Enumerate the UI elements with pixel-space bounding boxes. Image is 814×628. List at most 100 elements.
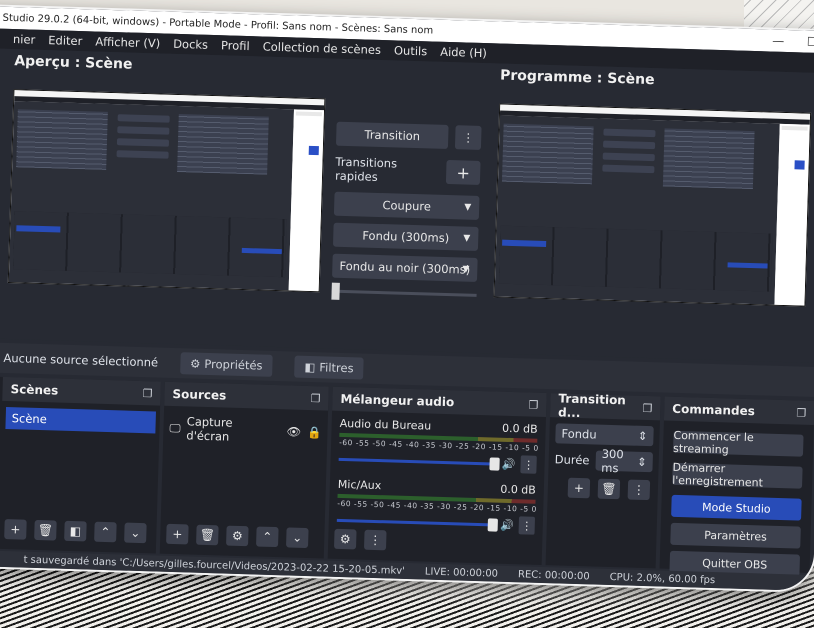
undock-icon[interactable]: ❐ <box>528 398 538 411</box>
mini-control <box>603 128 656 138</box>
chevron-down-icon[interactable]: ⌄ <box>124 522 147 544</box>
mixer-toolbar: ⚙ ⋮ <box>333 528 387 551</box>
menu-file[interactable]: nier <box>13 32 36 47</box>
mixer-channel: Audio du Bureau 0.0 dB -60 -55 -50 -45 -… <box>330 411 546 474</box>
sources-dock-header: Sources ❐ <box>164 381 329 411</box>
sources-dock: Sources ❐ 🖵 Capture d'écran 👁 🔒 + 🗑 ⚙ ⌃ … <box>159 381 329 559</box>
transition-select[interactable]: Fondu ⇕ <box>555 423 654 447</box>
mini-docks <box>498 225 773 292</box>
chevron-down-icon[interactable]: ⌄ <box>286 527 309 549</box>
studio-mode-button[interactable]: Mode Studio <box>671 494 802 521</box>
mini-search-icon <box>308 145 319 156</box>
cut-select[interactable]: Coupure ▼ <box>333 191 480 220</box>
transition-menu-icon[interactable]: ⋮ <box>454 125 482 150</box>
properties-label: Propriétés <box>204 356 263 373</box>
mixer-dock-title: Mélangeur audio <box>340 391 455 410</box>
filters-button[interactable]: ◧ Filtres <box>294 355 364 380</box>
mini-body <box>494 115 780 305</box>
filter-icon: ◧ <box>304 359 316 375</box>
undock-icon[interactable]: ❐ <box>796 406 806 419</box>
menu-view[interactable]: Afficher (V) <box>95 34 160 50</box>
sources-toolbar: + 🗑 ⚙ ⌃ ⌄ <box>166 523 309 549</box>
menu-edit[interactable]: Editer <box>48 33 82 48</box>
menu-profile[interactable]: Profil <box>221 38 250 53</box>
transition-button[interactable]: Transition <box>335 121 449 150</box>
channel-menu-icon[interactable]: ⋮ <box>518 516 536 535</box>
settings-button[interactable]: Paramètres <box>670 522 801 549</box>
scenes-dock: Scènes ❐ Scène + 🗑 ◧ ⌃ ⌄ <box>0 375 161 554</box>
controls-dock-title: Commandes <box>672 401 756 419</box>
controls-dock: Commandes ❐ Commencer le streaming Démar… <box>659 396 814 577</box>
transitions-dock-title: Transition d... <box>557 391 627 421</box>
mini-docks <box>13 211 287 278</box>
maximize-button[interactable]: ☐ <box>795 34 814 49</box>
trash-icon[interactable]: 🗑 <box>597 478 621 500</box>
scene-item[interactable]: Scène <box>5 407 156 434</box>
transitions-dock-header: Transition d... ❐ <box>549 391 661 421</box>
start-streaming-button[interactable]: Commencer le streaming <box>673 429 804 457</box>
mixer-channel: Mic/Aux 0.0 dB -60 -55 -50 -45 -40 -35 -… <box>329 468 545 535</box>
trash-icon[interactable]: 🗑 <box>34 519 57 541</box>
transition-controls: Transition ⋮ Transitions rapides + Coupu… <box>331 121 482 300</box>
tbar-slider[interactable] <box>331 282 477 300</box>
sources-dock-title: Sources <box>172 386 227 403</box>
properties-button[interactable]: ⚙ Propriétés <box>179 352 273 377</box>
gear-icon: ⚙ <box>189 356 201 371</box>
add-scene-button[interactable]: + <box>4 519 27 540</box>
tbar-slider-handle[interactable] <box>331 282 340 300</box>
add-quick-transition-button[interactable]: + <box>445 159 481 185</box>
chevron-down-icon: ▼ <box>464 202 472 213</box>
volume-slider-handle[interactable] <box>487 517 499 532</box>
volume-slider-handle[interactable] <box>489 456 501 471</box>
mini-control <box>602 152 655 162</box>
menu-help[interactable]: Aide (H) <box>440 45 487 60</box>
speaker-icon[interactable]: 🔊 <box>502 457 516 470</box>
chevron-down-icon: ▼ <box>463 233 471 244</box>
mini-control <box>603 140 656 150</box>
channel-level: 0.0 dB <box>501 421 538 436</box>
trash-icon[interactable]: 🗑 <box>196 524 219 546</box>
duration-spinbox[interactable]: 300 ms ⇕ <box>595 447 654 475</box>
mini-selected-scene <box>16 225 61 233</box>
lock-icon[interactable]: 🔒 <box>307 425 322 439</box>
transitions-toolbar: + 🗑 ⋮ <box>567 477 653 501</box>
gear-icon[interactable]: ⚙ <box>226 525 249 547</box>
channel-level: 0.0 dB <box>500 482 537 497</box>
undock-icon[interactable]: ❐ <box>142 387 152 400</box>
channel-menu-icon[interactable]: ⋮ <box>520 455 537 474</box>
menu-scene-collection[interactable]: Collection de scènes <box>263 39 382 57</box>
filter-icon[interactable]: ◧ <box>64 520 87 542</box>
volume-slider[interactable] <box>336 517 499 532</box>
chevron-up-icon[interactable]: ⌃ <box>94 521 117 543</box>
preview-canvas[interactable] <box>7 89 326 293</box>
source-item[interactable]: 🖵 Capture d'écran 👁 🔒 <box>169 414 322 446</box>
undock-icon[interactable]: ❐ <box>310 392 320 405</box>
transition-menu-icon[interactable]: ⋮ <box>627 479 651 501</box>
mini-program <box>177 114 269 175</box>
mini-preview <box>501 123 594 185</box>
mini-control <box>116 138 170 147</box>
undock-icon[interactable]: ❐ <box>642 401 652 414</box>
gears-icon[interactable]: ⚙ <box>333 528 357 550</box>
eye-icon[interactable]: 👁 <box>286 424 301 438</box>
menu-docks[interactable]: Docks <box>173 37 208 52</box>
menu-tools[interactable]: Outils <box>394 43 428 58</box>
fade-black-label: Fondu au noir (300ms) <box>339 258 471 277</box>
cpu-fps: CPU: 2.0%, 60.00 fps <box>609 571 716 586</box>
mini-body <box>8 101 295 291</box>
speaker-icon[interactable]: 🔊 <box>500 518 514 531</box>
chevron-up-icon[interactable]: ⌃ <box>256 526 279 548</box>
start-recording-button[interactable]: Démarrer l'enregistrement <box>672 461 803 489</box>
add-transition-button[interactable]: + <box>567 477 591 499</box>
quick-transitions-label: Transitions rapides <box>334 154 398 184</box>
fade-black-select[interactable]: Fondu au noir (300ms) ▼ <box>332 253 478 282</box>
mini-search-icon <box>794 160 805 170</box>
mixer-menu-icon[interactable]: ⋮ <box>363 529 387 551</box>
fade-select[interactable]: Fondu (300ms) ▼ <box>332 222 479 251</box>
channel-name: Mic/Aux <box>337 477 382 493</box>
minimize-button[interactable]: — <box>761 33 795 48</box>
volume-slider[interactable] <box>338 456 501 471</box>
duration-row: Durée 300 ms ⇕ <box>554 447 654 475</box>
add-source-button[interactable]: + <box>166 523 189 545</box>
rec-timer: REC: 00:00:00 <box>517 568 590 582</box>
